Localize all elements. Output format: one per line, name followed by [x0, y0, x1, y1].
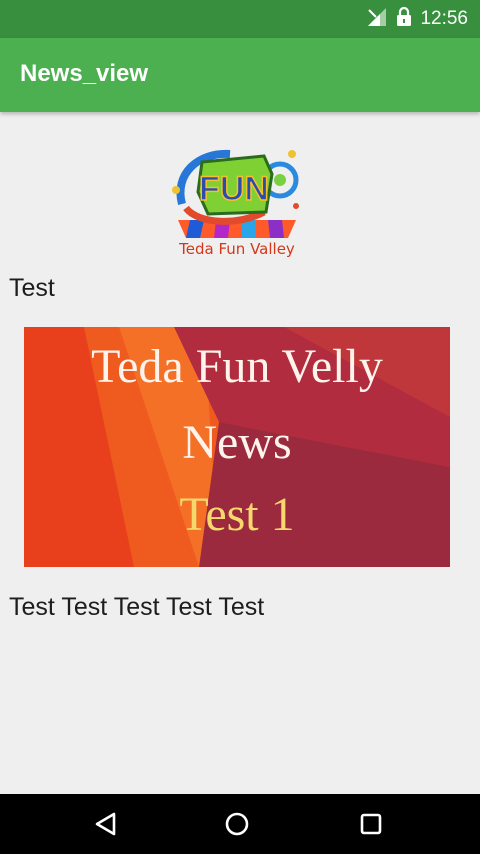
home-button[interactable] — [217, 804, 257, 844]
status-time: 12:56 — [420, 8, 468, 29]
banner-line-3: Test 1 — [179, 488, 295, 541]
recents-button[interactable] — [351, 804, 391, 844]
logo-mark-text: FUN — [199, 170, 269, 208]
back-icon — [95, 812, 116, 836]
banner-line-2: News — [182, 416, 292, 469]
app-title: News_view — [20, 60, 149, 87]
status-icons: 12:56 — [366, 6, 468, 32]
nav-bar — [0, 794, 480, 854]
app-bar: News_view — [0, 38, 480, 112]
signal-icon — [366, 7, 388, 32]
status-bar: 12:56 — [0, 0, 480, 38]
logo-graphic: FUN — [172, 149, 299, 238]
news-banner-image: Teda Fun Velly News Test 1 — [24, 327, 450, 567]
logo: FUN Teda Fun Valley — [168, 134, 306, 266]
news-title: Test — [9, 274, 55, 302]
back-button[interactable] — [86, 804, 126, 844]
banner-line-1: Teda Fun Velly — [91, 340, 383, 393]
news-body: Test Test Test Test Test — [9, 593, 265, 621]
logo-caption: Teda Fun Valley — [179, 240, 295, 258]
screen: 12:56 News_view FUN Teda Fun Valley Test… — [0, 0, 480, 854]
news-content: FUN Teda Fun Valley Test Teda Fun Velly … — [0, 112, 480, 794]
recents-icon — [360, 813, 382, 835]
home-icon — [225, 812, 249, 836]
lock-icon — [396, 6, 412, 32]
